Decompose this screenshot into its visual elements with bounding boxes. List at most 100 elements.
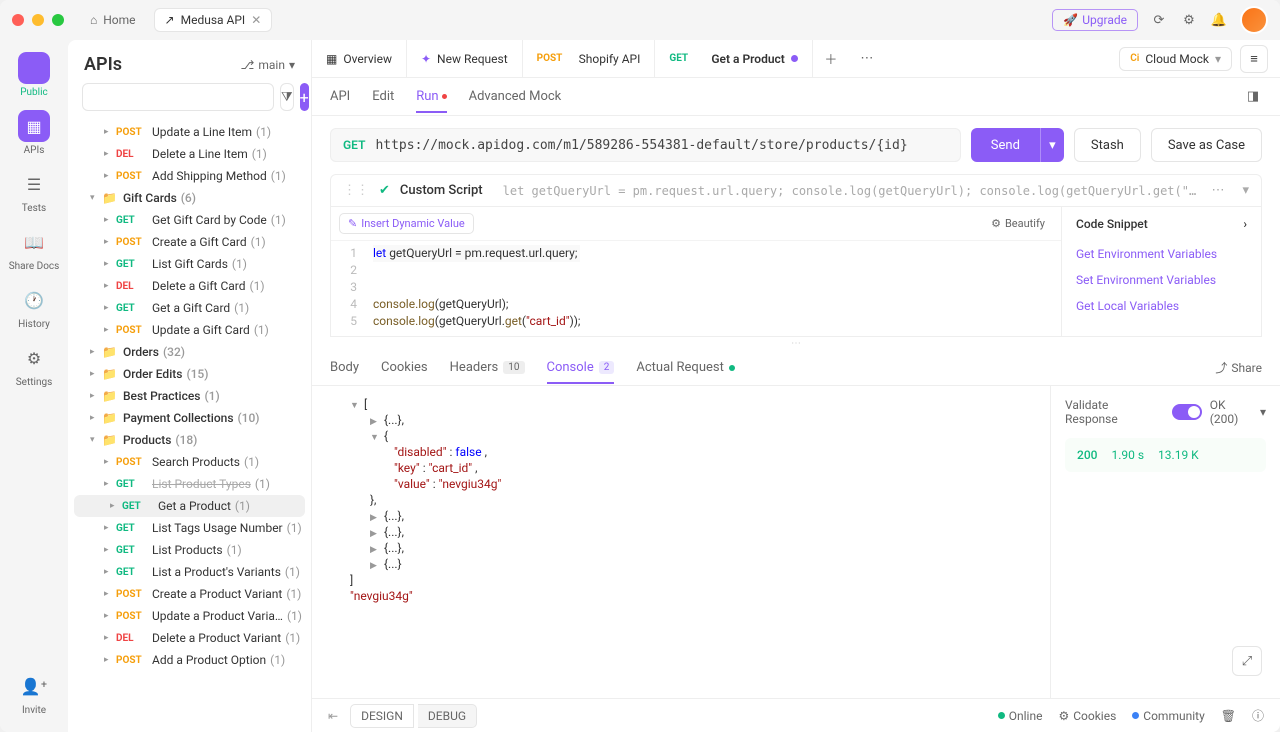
expand-panel-button[interactable]: ⤢ [1232,646,1262,676]
tree-endpoint[interactable]: ▸GETList a Product's Variants(1) [68,561,311,583]
minimize-window[interactable] [32,14,44,26]
snippet-title[interactable]: Code Snippet › [1076,217,1247,231]
tree-folder[interactable]: ▾📁Gift Cards(6) [68,187,311,209]
rail-settings[interactable]: ⚙ Settings [16,342,53,388]
rail-history[interactable]: 🕐 History [18,284,50,330]
resize-handle[interactable]: ⋯ [312,337,1280,350]
subtab-run[interactable]: Run [416,81,446,112]
tree-endpoint[interactable]: ▸GETGet Gift Card by Code(1) [68,209,311,231]
stash-button[interactable]: Stash [1074,128,1141,162]
snippet-link[interactable]: Set Environment Variables [1076,267,1247,293]
tree-folder[interactable]: ▸📁Best Practices(1) [68,385,311,407]
tab-shopify[interactable]: POST Shopify API [523,40,656,77]
footer-design-tab[interactable]: DESIGN [350,704,414,728]
caret-right-icon[interactable]: ▶ [370,417,380,427]
close-tab-icon[interactable]: ✕ [251,13,261,27]
tree-endpoint[interactable]: ▸GETList Tags Usage Number(1) [68,517,311,539]
code-area[interactable]: 12345 let getQueryUrl = pm.request.url.q… [331,241,1061,336]
result-tab-body[interactable]: Body [330,352,359,383]
tree-endpoint[interactable]: ▸DELDelete a Product Variant(1) [68,627,311,649]
tree-endpoint[interactable]: ▸GETList Product Types(1) [68,473,311,495]
share-button[interactable]: ⤴ Share [1215,359,1262,376]
rail-tests[interactable]: ☰ Tests [18,168,50,214]
beautify-button[interactable]: ⚙ Beautify [983,213,1053,234]
subtab-api[interactable]: API [330,81,350,112]
tree-folder[interactable]: ▸📁Order Edits(15) [68,363,311,385]
subtab-edit[interactable]: Edit [372,81,394,112]
footer-online[interactable]: Online [998,709,1043,723]
tree-endpoint[interactable]: ▸POSTAdd a Product Option(1) [68,649,311,671]
tree-endpoint[interactable]: ▸GETList Gift Cards(1) [68,253,311,275]
insert-dynamic-button[interactable]: ✎ Insert Dynamic Value [339,213,474,234]
caret-right-icon[interactable]: ▶ [370,513,380,523]
maximize-window[interactable] [52,14,64,26]
footer-help-icon[interactable]: ⓘ [1252,707,1264,724]
footer-debug-tab[interactable]: DEBUG [418,704,477,728]
rail-apis[interactable]: ▦ APIs [18,110,50,156]
tree-endpoint[interactable]: ▸DELDelete a Gift Card(1) [68,275,311,297]
upgrade-button[interactable]: 🚀 Upgrade [1052,9,1138,31]
caret-right-icon[interactable]: ▶ [370,545,380,555]
tree-endpoint[interactable]: ▸POSTSearch Products(1) [68,451,311,473]
save-as-case-button[interactable]: Save as Case [1151,128,1262,162]
tab-overview[interactable]: ▦ Overview [312,40,407,77]
footer-trash-icon[interactable]: 🗑 [1221,709,1236,723]
tree-folder[interactable]: ▸📁Orders(32) [68,341,311,363]
tree-endpoint[interactable]: ▸DELDelete a Line Item(1) [68,143,311,165]
snippet-link[interactable]: Get Environment Variables [1076,241,1247,267]
tree-endpoint[interactable]: ▸GETGet a Product(1) [74,495,305,517]
send-dropdown[interactable]: ▾ [1040,128,1064,162]
caret-right-icon[interactable]: ▶ [370,561,380,571]
user-avatar[interactable] [1240,6,1268,34]
tree-endpoint[interactable]: ▸POSTUpdate a Line Item(1) [68,121,311,143]
tree-endpoint[interactable]: ▸GETList Products(1) [68,539,311,561]
rail-workspace[interactable]: Public [18,52,50,98]
validate-toggle[interactable] [1172,404,1202,420]
tree-endpoint[interactable]: ▸POSTCreate a Product Variant(1) [68,583,311,605]
tab-new-request[interactable]: ✦ New Request [407,40,523,77]
panel-settings-button[interactable]: ≡ [1240,45,1268,73]
subtab-advanced-mock[interactable]: Advanced Mock [469,81,562,112]
bell-icon[interactable]: 🔔 [1210,11,1228,29]
tree-endpoint[interactable]: ▸POSTUpdate a Gift Card(1) [68,319,311,341]
layout-toggle-icon[interactable]: ◨ [1244,88,1262,106]
result-tab-actual-request[interactable]: Actual Request [636,352,734,383]
snippet-link[interactable]: Get Local Variables [1076,293,1247,319]
settings-gear-icon[interactable]: ⚙ [1180,11,1198,29]
result-tab-headers[interactable]: Headers 10 [450,352,525,383]
send-button[interactable]: Send [971,128,1040,162]
tree-endpoint[interactable]: ▸POSTAdd Shipping Method(1) [68,165,311,187]
more-icon[interactable]: ⋯ [1211,183,1224,198]
footer-cookies[interactable]: ⚙Cookies [1058,709,1116,723]
branch-selector[interactable]: ⎇ main ▾ [241,58,295,72]
search-input[interactable] [82,83,274,111]
caret-down-icon[interactable]: ▼ [370,432,380,443]
refresh-icon[interactable]: ⟳ [1150,11,1168,29]
validate-status-selector[interactable]: OK (200) ▾ [1210,398,1266,426]
more-tabs-button[interactable]: ⋯ [849,40,885,77]
add-button[interactable]: + [300,83,309,111]
console-output[interactable]: ▼[ ▶{...}, ▼{ "disabled" : false , "key"… [312,386,1050,698]
rail-share-docs[interactable]: 📖 Share Docs [9,226,60,272]
tree-endpoint[interactable]: ▸POSTCreate a Gift Card(1) [68,231,311,253]
collapse-sidebar-icon[interactable]: ⇤ [328,709,338,723]
url-bar[interactable]: GET https://mock.apidog.com/m1/589286-55… [330,128,961,162]
tree-folder[interactable]: ▸📁Payment Collections(10) [68,407,311,429]
result-tab-cookies[interactable]: Cookies [381,352,428,383]
home-tab[interactable]: ⌂ Home [80,9,146,31]
tree-endpoint[interactable]: ▸POSTUpdate a Product Varia…(1) [68,605,311,627]
environment-selector[interactable]: Ci Cloud Mock ▾ [1119,47,1232,71]
rail-invite[interactable]: 👤⁺ Invite [18,670,50,716]
project-tab[interactable]: ↗ Medusa API ✕ [154,8,273,32]
collapse-icon[interactable]: ▾ [1242,183,1249,198]
drag-handle-icon[interactable]: ⋮⋮ [343,183,369,198]
filter-button[interactable]: ⧩ [280,83,294,111]
add-tab-button[interactable]: ＋ [813,40,849,77]
close-window[interactable] [12,14,24,26]
result-tab-console[interactable]: Console 2 [547,352,615,383]
caret-down-icon[interactable]: ▼ [350,400,360,411]
tree-folder[interactable]: ▾📁Products(18) [68,429,311,451]
caret-right-icon[interactable]: ▶ [370,529,380,539]
tree-endpoint[interactable]: ▸GETGet a Gift Card(1) [68,297,311,319]
footer-community[interactable]: Community [1132,709,1204,723]
